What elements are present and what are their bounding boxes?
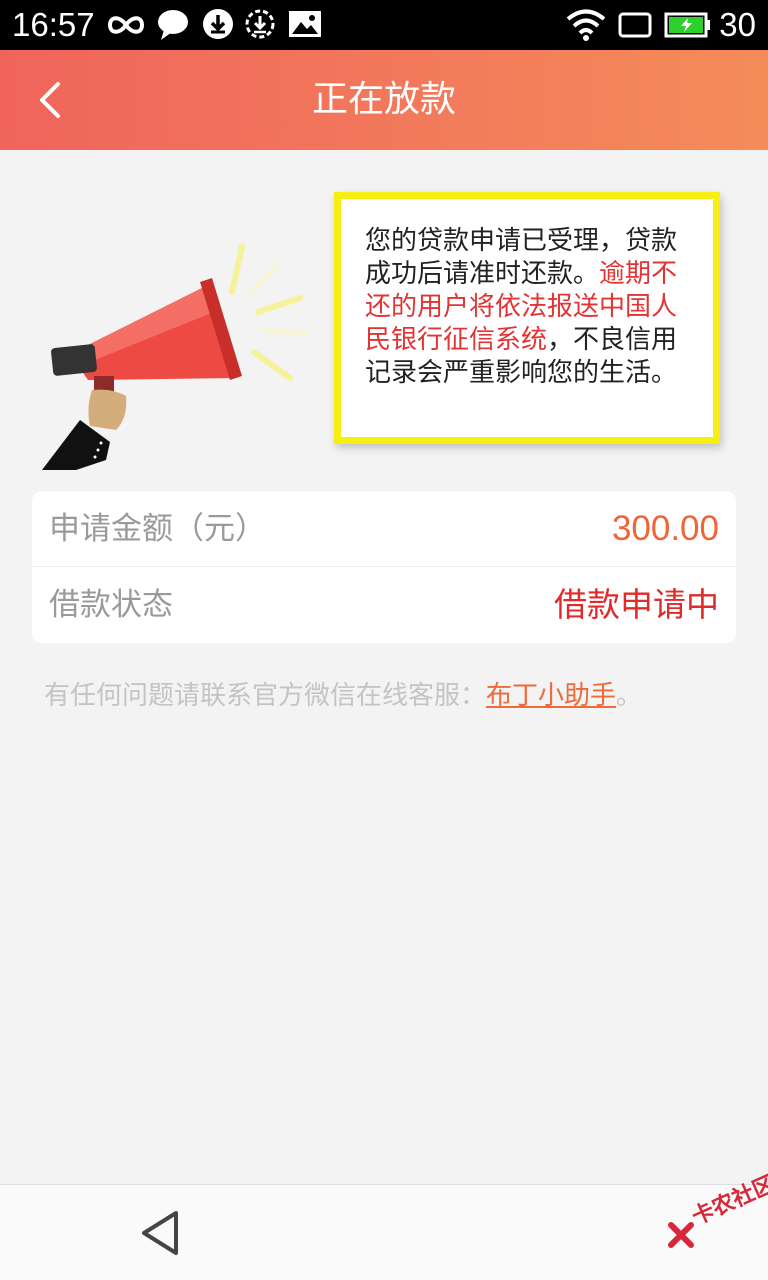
notice-box: 您的贷款申请已受理，贷款成功后请准时还款。逾期不还的用户将依法报送中国人民银行征… [334,192,720,444]
amount-label: 申请金额（元） [49,511,266,547]
amount-row: 申请金额（元） 300.00 [32,491,736,567]
status-time: 16:57 [12,6,95,43]
battery-level: 30 [719,6,756,43]
image-icon [289,11,321,37]
status-row: 借款状态 借款申请中 [32,567,736,643]
wifi-icon [566,9,606,41]
loan-info-card: 申请金额（元） 300.00 借款状态 借款申请中 [32,491,736,643]
nav-back-button[interactable] [138,1209,184,1257]
watermark-text: 卡农社区 [688,1171,768,1231]
triangle-back-icon [142,1211,178,1255]
watermark: 卡农社区 [664,1172,768,1264]
download-circle-icon [245,9,275,39]
back-button[interactable] [24,72,80,128]
status-label: 借款状态 [49,587,173,623]
battery-icon [664,12,710,38]
chat-icon [158,10,188,40]
download-icon [203,9,233,39]
contact-suffix: 。 [616,681,643,711]
chevron-left-icon [40,82,60,118]
contact-info: 有任何问题请联系官方微信在线客服：布丁小助手。 [44,676,642,716]
infinity-icon [107,16,145,34]
amount-value: 300.00 [611,509,719,548]
watermark-logo-icon [668,1222,694,1248]
system-nav-bar [0,1184,768,1280]
contact-prefix: 有任何问题请联系官方微信在线客服： [44,681,487,711]
wechat-service-link[interactable]: 布丁小助手 [486,681,616,711]
screen-icon [618,12,652,38]
page-title: 正在放款 [311,79,456,120]
app-header: 正在放款 [0,50,768,150]
status-value: 借款申请中 [554,585,719,624]
notice-section: 您的贷款申请已受理，贷款成功后请准时还款。逾期不还的用户将依法报送中国人民银行征… [32,190,736,480]
status-bar: 16:57 30 [0,0,768,50]
megaphone-icon [42,243,308,470]
